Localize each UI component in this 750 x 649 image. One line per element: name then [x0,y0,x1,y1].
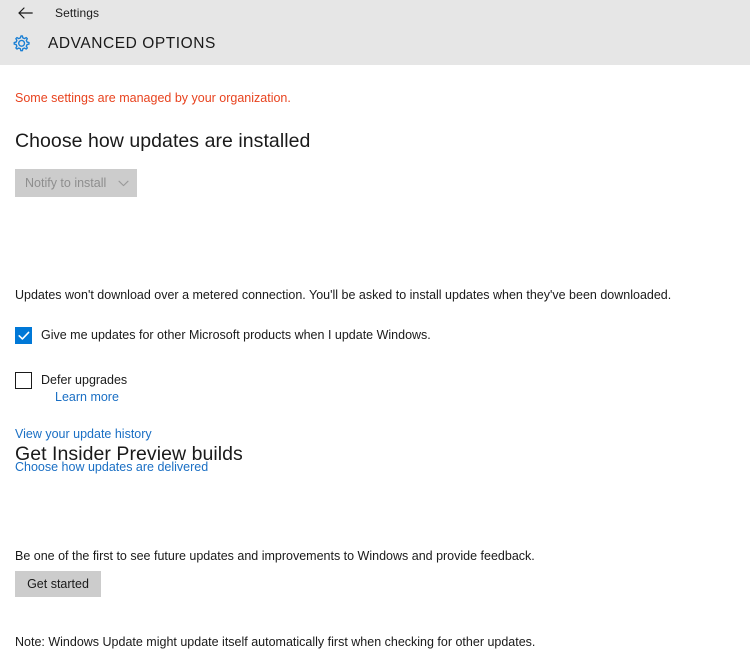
checkbox-microsoft-products-label: Give me updates for other Microsoft prod… [41,328,431,342]
install-updates-dropdown-value: Notify to install [25,176,107,190]
checkbox-row-defer-upgrades[interactable]: Defer upgrades Learn more [15,371,127,404]
gear-icon [8,31,34,57]
titlebar: Settings [0,0,750,26]
page-header: ADVANCED OPTIONS [0,26,750,62]
app-title: Settings [55,6,100,20]
checkbox-row-microsoft-products[interactable]: Give me updates for other Microsoft prod… [15,326,431,344]
managed-by-organization-notice: Some settings are managed by your organi… [15,91,291,105]
chevron-down-icon [117,177,129,189]
defer-upgrades-block: Defer upgrades Learn more [41,371,127,404]
page-title: ADVANCED OPTIONS [48,35,216,52]
insider-preview-description: Be one of the first to see future update… [15,549,535,563]
section-heading-choose-how-updates-installed: Choose how updates are installed [15,130,311,152]
back-arrow-icon[interactable] [14,3,36,23]
section-heading-insider-preview: Get Insider Preview builds [15,443,243,465]
checkbox-defer-upgrades[interactable] [15,372,32,389]
link-view-update-history[interactable]: View your update history [15,427,152,441]
settings-header-band: Settings ADVANCED OPTIONS [0,0,750,65]
checkbox-microsoft-products[interactable] [15,327,32,344]
footer-note: Note: Windows Update might update itself… [15,635,536,649]
install-updates-dropdown[interactable]: Notify to install [15,169,137,197]
checkbox-defer-upgrades-label: Defer upgrades [41,373,128,387]
get-started-button[interactable]: Get started [15,571,101,597]
metered-connection-note: Updates won't download over a metered co… [15,288,672,302]
link-learn-more[interactable]: Learn more [55,390,127,404]
